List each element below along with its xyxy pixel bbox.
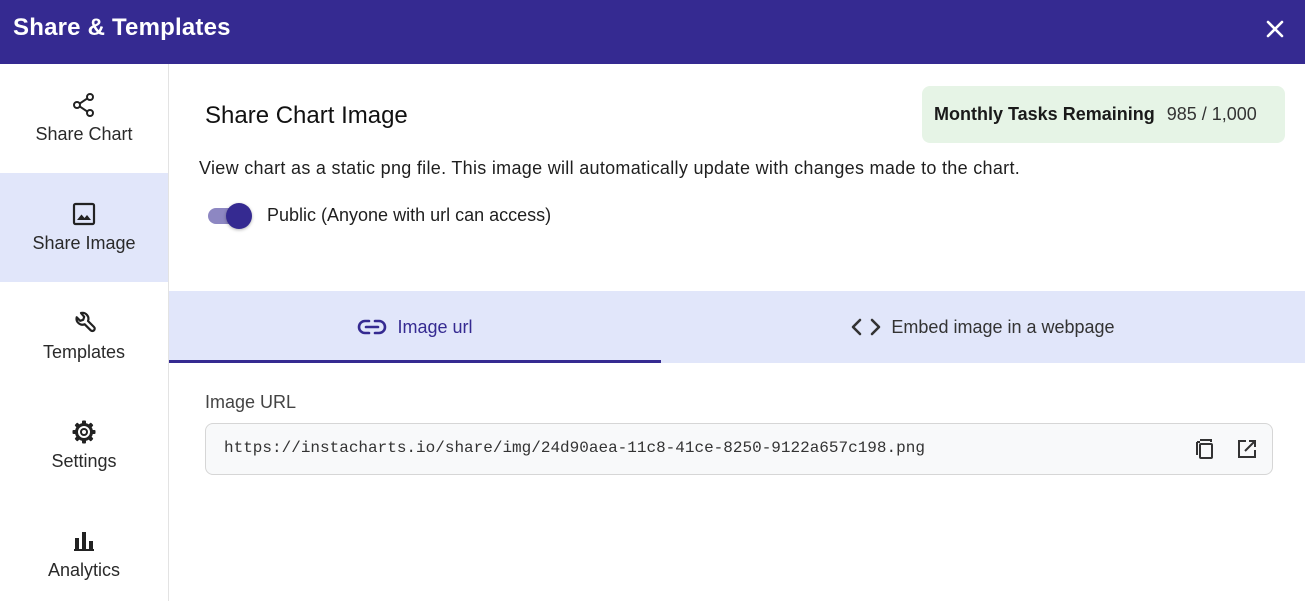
tasks-remaining-label: Monthly Tasks Remaining: [934, 104, 1155, 124]
tab-label: Embed image in a webpage: [891, 316, 1115, 337]
close-button[interactable]: [1259, 13, 1291, 45]
tab-label: Image url: [397, 316, 473, 337]
sidebar-item-label: Analytics: [47, 560, 121, 580]
sidebar-item-analytics[interactable]: Analytics: [0, 500, 168, 601]
sidebar-item-templates[interactable]: Templates: [0, 282, 168, 391]
gear-icon: [71, 419, 97, 445]
sidebar-item-share-chart[interactable]: Share Chart: [0, 64, 168, 173]
tasks-remaining-badge: Monthly Tasks Remaining 985 / 1,000: [922, 86, 1285, 143]
image-url-label: Image URL: [205, 392, 297, 412]
dialog-title: Share & Templates: [13, 14, 231, 41]
description-text: View chart as a static png file. This im…: [199, 158, 1021, 178]
bar-chart-icon: [71, 528, 97, 554]
open-external-icon: [1238, 440, 1256, 458]
tab-embed-image[interactable]: Embed image in a webpage: [661, 291, 1305, 363]
main-panel: Share Chart Image Monthly Tasks Remainin…: [169, 64, 1305, 601]
close-icon: [1266, 20, 1284, 38]
image-url-value[interactable]: https://instacharts.io/share/img/24d90ae…: [224, 439, 925, 457]
sidebar: Share Chart Share Image Templates Settin…: [0, 64, 169, 601]
image-url-field[interactable]: https://instacharts.io/share/img/24d90ae…: [205, 423, 1273, 475]
public-toggle-label: Public (Anyone with url can access): [267, 205, 552, 225]
wrench-icon: [71, 310, 97, 336]
page-title: Share Chart Image: [205, 102, 408, 129]
sidebar-item-share-image[interactable]: Share Image: [0, 173, 168, 282]
open-url-button[interactable]: [1234, 436, 1260, 462]
dialog-header: Share & Templates: [0, 0, 1305, 64]
sidebar-item-label: Settings: [51, 451, 117, 471]
image-icon: [71, 201, 97, 227]
link-icon: [357, 318, 387, 336]
sidebar-item-settings[interactable]: Settings: [0, 391, 168, 500]
toggle-knob: [226, 203, 252, 229]
copy-icon: [1196, 439, 1213, 459]
tab-image-url[interactable]: Image url: [169, 291, 661, 363]
sidebar-item-label: Share Chart: [35, 124, 133, 144]
code-icon: [851, 318, 881, 336]
copy-url-button[interactable]: [1192, 436, 1218, 462]
sidebar-item-label: Templates: [42, 342, 126, 362]
sidebar-item-label: Share Image: [32, 233, 136, 253]
share-icon: [71, 92, 97, 118]
active-tab-indicator: [169, 360, 661, 363]
public-toggle[interactable]: [208, 203, 254, 229]
tasks-remaining-value: 985 / 1,000: [1166, 104, 1257, 124]
tab-bar: Image url Embed image in a webpage: [169, 291, 1305, 363]
